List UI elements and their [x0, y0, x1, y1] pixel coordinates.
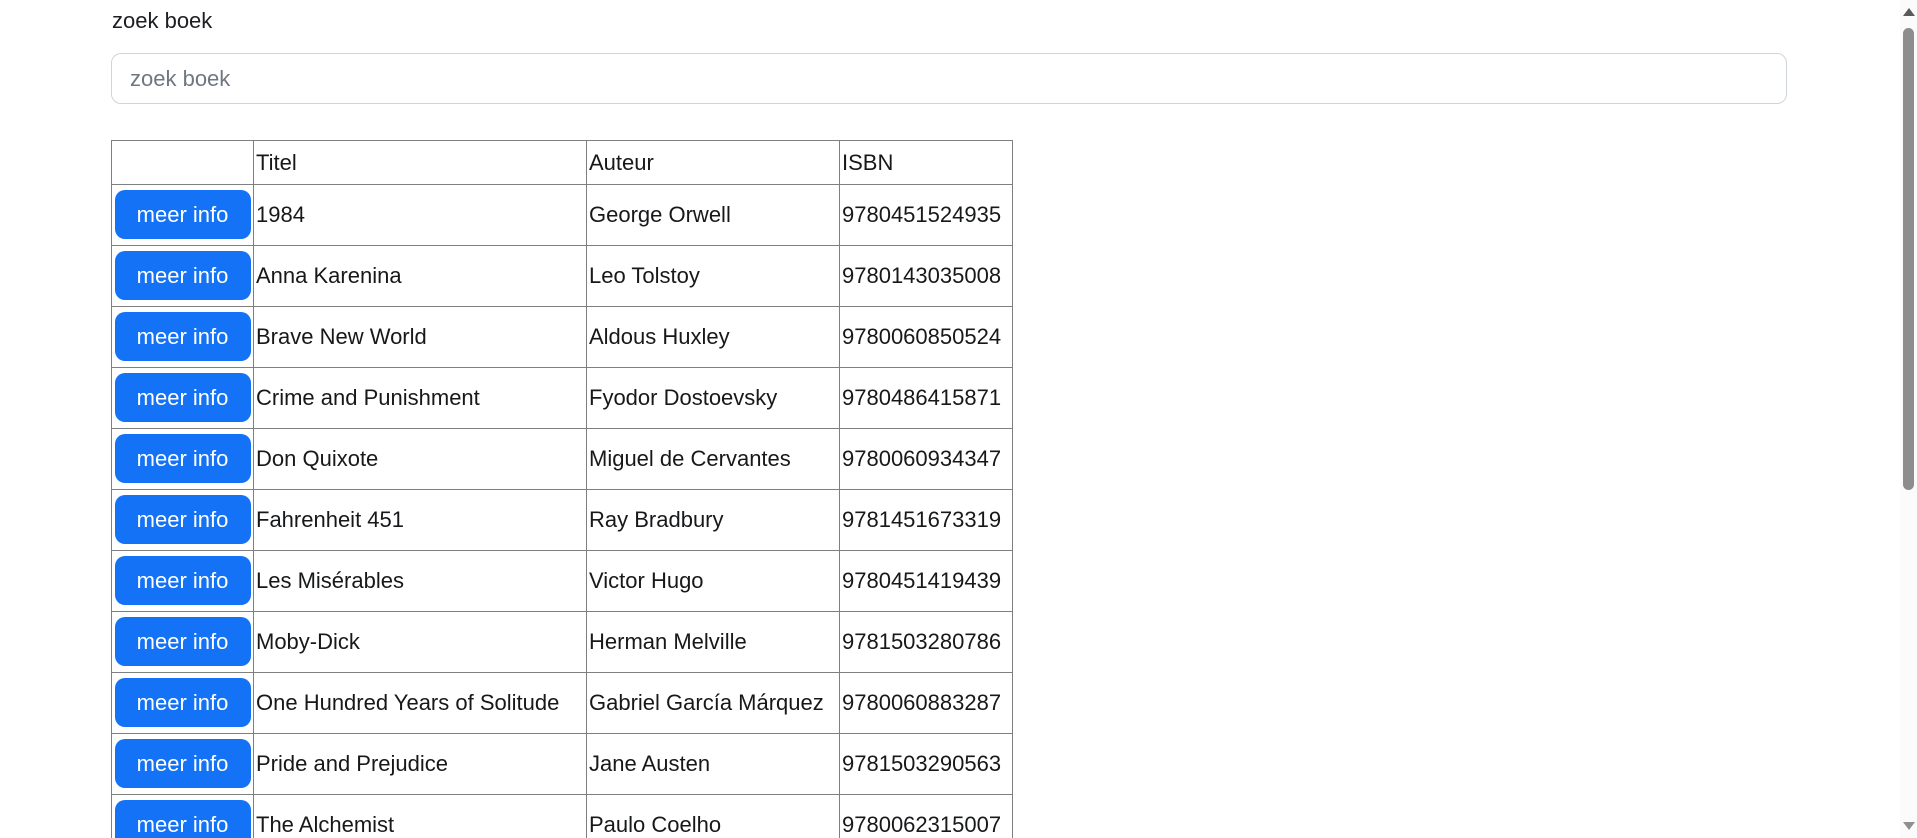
search-input[interactable]: [111, 53, 1787, 104]
table-row: meer info Brave New World Aldous Huxley …: [111, 306, 1013, 368]
book-author-cell: Jane Austen: [586, 733, 840, 795]
book-action-cell: meer info: [111, 550, 254, 612]
book-action-cell: meer info: [111, 367, 254, 429]
book-action-cell: meer info: [111, 733, 254, 795]
book-title-cell: Fahrenheit 451: [253, 489, 587, 551]
header-auteur: Auteur: [586, 140, 840, 185]
table-row: meer info The Alchemist Paulo Coelho 978…: [111, 794, 1013, 838]
meer-info-button[interactable]: meer info: [114, 678, 251, 727]
book-author-cell: Fyodor Dostoevsky: [586, 367, 840, 429]
book-author-cell: Herman Melville: [586, 611, 840, 673]
book-title-cell: The Alchemist: [253, 794, 587, 838]
book-isbn-cell: 9780143035008: [839, 245, 1013, 307]
book-action-cell: meer info: [111, 184, 254, 246]
table-row: meer info Crime and Punishment Fyodor Do…: [111, 367, 1013, 429]
table-row: meer info Fahrenheit 451 Ray Bradbury 97…: [111, 489, 1013, 551]
book-title-cell: Anna Karenina: [253, 245, 587, 307]
book-isbn-cell: 9780062315007: [839, 794, 1013, 838]
table-row: meer info Don Quixote Miguel de Cervante…: [111, 428, 1013, 490]
book-title-cell: Pride and Prejudice: [253, 733, 587, 795]
meer-info-button[interactable]: meer info: [114, 312, 251, 361]
scroll-up-icon[interactable]: [1902, 8, 1915, 16]
vertical-scrollbar[interactable]: [1900, 0, 1917, 838]
book-action-cell: meer info: [111, 245, 254, 307]
book-isbn-cell: 9780486415871: [839, 367, 1013, 429]
table-row: meer info One Hundred Years of Solitude …: [111, 672, 1013, 734]
book-author-cell: Aldous Huxley: [586, 306, 840, 368]
meer-info-button[interactable]: meer info: [114, 251, 251, 300]
book-isbn-cell: 9781503290563: [839, 733, 1013, 795]
meer-info-button[interactable]: meer info: [114, 190, 251, 239]
table-header-row: Titel Auteur ISBN: [111, 140, 1013, 185]
table-row: meer info Anna Karenina Leo Tolstoy 9780…: [111, 245, 1013, 307]
book-author-cell: Victor Hugo: [586, 550, 840, 612]
meer-info-button[interactable]: meer info: [114, 434, 251, 483]
header-titel: Titel: [253, 140, 587, 185]
meer-info-button[interactable]: meer info: [114, 373, 251, 422]
meer-info-button[interactable]: meer info: [114, 800, 251, 838]
book-isbn-cell: 9781451673319: [839, 489, 1013, 551]
book-action-cell: meer info: [111, 428, 254, 490]
page-content: zoek boek Titel Auteur ISBN meer info 19…: [0, 0, 1917, 838]
meer-info-button[interactable]: meer info: [114, 617, 251, 666]
book-action-cell: meer info: [111, 489, 254, 551]
book-title-cell: Crime and Punishment: [253, 367, 587, 429]
book-isbn-cell: 9780451419439: [839, 550, 1013, 612]
vertical-scrollbar-thumb[interactable]: [1903, 28, 1914, 490]
book-action-cell: meer info: [111, 306, 254, 368]
book-isbn-cell: 9780060883287: [839, 672, 1013, 734]
book-title-cell: Don Quixote: [253, 428, 587, 490]
book-author-cell: Paulo Coelho: [586, 794, 840, 838]
book-author-cell: Leo Tolstoy: [586, 245, 840, 307]
books-table: Titel Auteur ISBN meer info 1984 George …: [111, 140, 1013, 838]
meer-info-button[interactable]: meer info: [114, 739, 251, 788]
table-row: meer info 1984 George Orwell 97804515249…: [111, 184, 1013, 246]
table-row: meer info Moby-Dick Herman Melville 9781…: [111, 611, 1013, 673]
book-isbn-cell: 9781503280786: [839, 611, 1013, 673]
book-title-cell: One Hundred Years of Solitude: [253, 672, 587, 734]
scroll-down-icon[interactable]: [1902, 822, 1915, 830]
header-isbn: ISBN: [839, 140, 1013, 185]
meer-info-button[interactable]: meer info: [114, 495, 251, 544]
book-action-cell: meer info: [111, 611, 254, 673]
book-isbn-cell: 9780451524935: [839, 184, 1013, 246]
header-action: [111, 140, 254, 185]
search-label: zoek boek: [112, 8, 213, 33]
book-author-cell: George Orwell: [586, 184, 840, 246]
book-isbn-cell: 9780060934347: [839, 428, 1013, 490]
meer-info-button[interactable]: meer info: [114, 556, 251, 605]
book-isbn-cell: 9780060850524: [839, 306, 1013, 368]
book-title-cell: Les Misérables: [253, 550, 587, 612]
book-title-cell: Moby-Dick: [253, 611, 587, 673]
table-row: meer info Pride and Prejudice Jane Auste…: [111, 733, 1013, 795]
book-action-cell: meer info: [111, 672, 254, 734]
book-title-cell: Brave New World: [253, 306, 587, 368]
book-author-cell: Gabriel García Márquez: [586, 672, 840, 734]
book-author-cell: Miguel de Cervantes: [586, 428, 840, 490]
book-action-cell: meer info: [111, 794, 254, 838]
book-title-cell: 1984: [253, 184, 587, 246]
table-row: meer info Les Misérables Victor Hugo 978…: [111, 550, 1013, 612]
book-author-cell: Ray Bradbury: [586, 489, 840, 551]
